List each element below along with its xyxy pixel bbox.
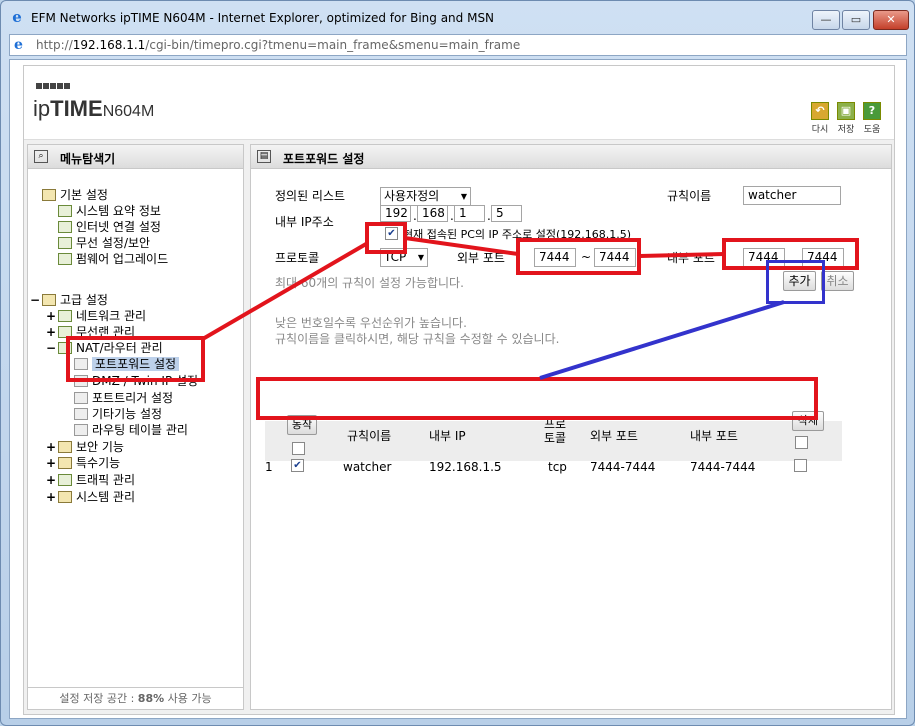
folder-icon <box>42 294 56 306</box>
url-text[interactable]: http://192.168.1.1/cgi-bin/timepro.cgi?t… <box>36 38 520 52</box>
wireless-icon <box>58 237 72 249</box>
menu-internet-setup[interactable]: 인터넷 연결 설정 <box>58 219 161 235</box>
ip-octet-4-input[interactable]: 5 <box>491 205 522 222</box>
upgrade-icon <box>58 253 72 265</box>
max-rules-note: 최대 60개의 규칙이 설정 가능합니다. <box>275 276 464 290</box>
menu-firmware-upgrade[interactable]: 펌웨어 업그레이드 <box>58 251 168 267</box>
brand-mark-icon <box>36 78 81 89</box>
internal-port-label: 내부 포트 <box>667 251 715 265</box>
external-port-label: 외부 포트 <box>457 251 505 265</box>
row-rule-name-link[interactable]: watcher <box>343 460 391 474</box>
dropdown-arrow-icon: ▼ <box>460 192 467 201</box>
menu-basic-settings[interactable]: 기본 설정 <box>42 187 108 203</box>
window-icon: ▤ <box>257 150 271 163</box>
rule-name-input[interactable]: watcher <box>743 186 841 205</box>
cancel-button[interactable]: 취소 <box>821 271 854 291</box>
minimize-button[interactable]: — <box>812 10 840 30</box>
expand-icon[interactable]: + <box>46 308 58 324</box>
collapse-icon[interactable]: − <box>30 292 42 308</box>
dropdown-arrow-icon: ▼ <box>417 253 424 262</box>
menu-security[interactable]: + 보안 기능 <box>46 439 124 455</box>
protocol-label: 프로토콜 <box>275 251 320 265</box>
maximize-button[interactable]: ▭ <box>842 10 870 30</box>
row-external-port: 7444-7444 <box>590 460 656 474</box>
header-help-button[interactable]: ? 도움 <box>860 102 884 135</box>
row-internal-ip: 192.168.1.5 <box>429 460 502 474</box>
page-icon <box>74 408 88 420</box>
ie-logo-icon: e <box>12 8 22 26</box>
ip-octet-1-input[interactable]: 192 <box>380 205 411 222</box>
network-icon <box>58 310 72 322</box>
chart-icon <box>58 205 72 217</box>
internal-ip-label: 내부 IP주소 <box>275 215 334 229</box>
row-protocol: tcp <box>548 460 567 474</box>
expand-icon[interactable]: + <box>46 324 58 340</box>
magnifier-icon: ⌕ <box>34 150 48 163</box>
help-icon: ? <box>863 102 881 120</box>
menu-network-management[interactable]: + 네트워크 관리 <box>46 308 146 324</box>
router-header: ipTIMEN604M ↶ 다시 ▣ 저장 ? 도움 <box>24 66 894 140</box>
expand-icon[interactable]: + <box>46 439 58 455</box>
defined-list-label: 정의된 리스트 <box>275 189 346 203</box>
brand-logo: ipTIMEN604M <box>33 96 155 121</box>
menu-routing-table[interactable]: 라우팅 테이블 관리 <box>74 422 188 438</box>
menu-misc-settings[interactable]: 기타기능 설정 <box>74 406 162 422</box>
folder-icon <box>58 491 72 503</box>
window-title: EFM Networks ipTIME N604M - Internet Exp… <box>31 11 495 25</box>
menu-advanced-settings[interactable]: − 고급 설정 <box>30 292 108 308</box>
ip-octet-2-input[interactable]: 168 <box>417 205 448 222</box>
menu-wireless-security[interactable]: 무선 설정/보안 <box>58 235 150 251</box>
menu-explorer-header: ⌕ 메뉴탐색기 <box>28 145 243 169</box>
save-icon: ▣ <box>837 102 855 120</box>
col-internal-port: 내부 포트 <box>690 429 738 443</box>
expand-icon[interactable]: + <box>46 489 58 505</box>
select-all-checkbox[interactable] <box>292 442 305 455</box>
edit-note: 규칙이름을 클릭하시면, 해당 규칙을 수정할 수 있습니다. <box>275 332 560 346</box>
port-forward-header: ▤ 포트포워드 설정 <box>251 145 891 169</box>
delete-all-checkbox[interactable] <box>795 436 808 449</box>
lock-icon <box>58 441 72 453</box>
row-index: 1 <box>265 460 273 474</box>
col-rule-name: 규칙이름 <box>347 429 392 443</box>
annotation-external-port-highlight <box>516 238 641 275</box>
col-external-port: 외부 포트 <box>590 429 638 443</box>
folder-icon <box>42 189 56 201</box>
menu-special[interactable]: + 특수기능 <box>46 455 120 471</box>
rule-name-label: 규칙이름 <box>667 189 712 203</box>
page-icon <box>74 392 88 404</box>
close-button[interactable]: ✕ <box>873 10 909 30</box>
port-forward-panel: ▤ 포트포워드 설정 정의된 리스트 사용자정의 ▼ 규칙이름 watcher 내… <box>250 144 892 710</box>
menu-port-trigger[interactable]: 포트트리거 설정 <box>74 390 173 406</box>
address-bar[interactable]: e http://192.168.1.1/cgi-bin/timepro.cgi… <box>9 34 907 56</box>
storage-status: 설정 저장 공간 : 88% 사용 가능 <box>28 687 243 709</box>
traffic-icon <box>58 474 72 486</box>
annotation-add-button-highlight <box>766 260 825 304</box>
row-enabled-checkbox[interactable]: ✔ <box>291 459 304 472</box>
expand-icon[interactable]: + <box>46 472 58 488</box>
row-delete-checkbox[interactable] <box>794 459 807 472</box>
menu-system-management[interactable]: + 시스템 관리 <box>46 489 135 505</box>
annotation-menu-highlight <box>66 336 205 382</box>
ip-octet-3-input[interactable]: 1 <box>454 205 485 222</box>
menu-system-summary[interactable]: 시스템 요약 정보 <box>58 203 161 219</box>
network-icon <box>58 221 72 233</box>
back-icon: ↶ <box>811 102 829 120</box>
title-bar: e EFM Networks ipTIME N604M - Internet E… <box>1 1 914 33</box>
annotation-table-row-highlight <box>256 377 818 420</box>
header-back-button[interactable]: ↶ 다시 <box>808 102 832 135</box>
collapse-icon[interactable]: − <box>46 340 58 356</box>
page-icon: e <box>14 37 23 53</box>
row-internal-port: 7444-7444 <box>690 460 756 474</box>
col-internal-ip: 내부 IP <box>429 429 466 443</box>
priority-note: 낮은 번호일수록 우선순위가 높습니다. <box>275 316 467 330</box>
menu-explorer: ⌕ 메뉴탐색기 기본 설정 시스템 요약 정보 인터넷 연결 설정 무선 설정/… <box>27 144 244 710</box>
menu-traffic[interactable]: + 트래픽 관리 <box>46 472 135 488</box>
header-save-button[interactable]: ▣ 저장 <box>834 102 858 135</box>
col-protocol: 프로토콜 <box>544 417 567 445</box>
expand-icon[interactable]: + <box>46 455 58 471</box>
page-icon <box>74 424 88 436</box>
folder-icon <box>58 457 72 469</box>
annotation-checkbox-highlight <box>365 222 407 254</box>
defined-list-select[interactable]: 사용자정의 ▼ <box>380 187 471 206</box>
